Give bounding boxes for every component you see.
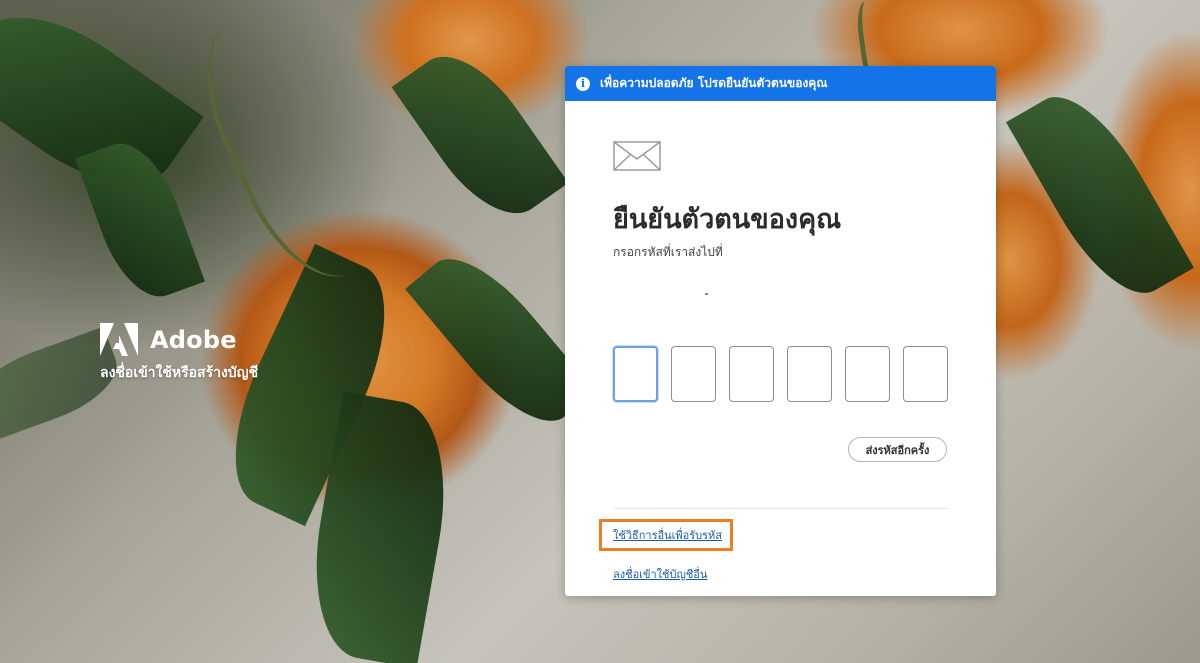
code-digit-3[interactable] [729,346,774,402]
code-digit-1[interactable] [613,346,658,402]
mail-icon [613,141,661,171]
security-banner: i เพื่อความปลอดภัย โปรดยืนยันตัวตนของคุณ [565,66,996,101]
brand-name: Adobe [150,325,237,354]
divider [613,508,948,509]
code-digit-2[interactable] [671,346,716,402]
adobe-logo-icon [100,323,138,356]
alt-method-highlight: ใช้วิธีการอื่นเพื่อรับรหัส [599,519,733,551]
other-account-link[interactable]: ลงชื่อเข้าใช้บัญชีอื่น [613,565,707,583]
code-digit-4[interactable] [787,346,832,402]
code-digit-5[interactable] [845,346,890,402]
resend-code-button[interactable]: ส่งรหัสอีกครั้ง [848,437,947,462]
instruction-text: กรอกรหัสที่เราส่งไปที่ [613,245,723,259]
code-digit-6[interactable] [903,346,948,402]
verification-card: i เพื่อความปลอดภัย โปรดยืนยันตัวตนของคุณ… [565,66,996,596]
code-input-row [613,346,948,402]
brand-tagline: ลงชื่อเข้าใช้หรือสร้างบัญชี [100,365,259,381]
banner-text: เพื่อความปลอดภัย โปรดยืนยันตัวตนของคุณ [600,76,828,90]
page-title: ยืนยันตัวตนของคุณ [613,204,842,235]
alt-method-link[interactable]: ใช้วิธีการอื่นเพื่อรับรหัส [613,526,722,544]
adobe-brand: Adobe ลงชื่อเข้าใช้หรือสร้างบัญชี [100,323,258,384]
masked-destination [705,293,708,295]
brand-row: Adobe [100,323,258,356]
info-icon: i [576,76,590,91]
